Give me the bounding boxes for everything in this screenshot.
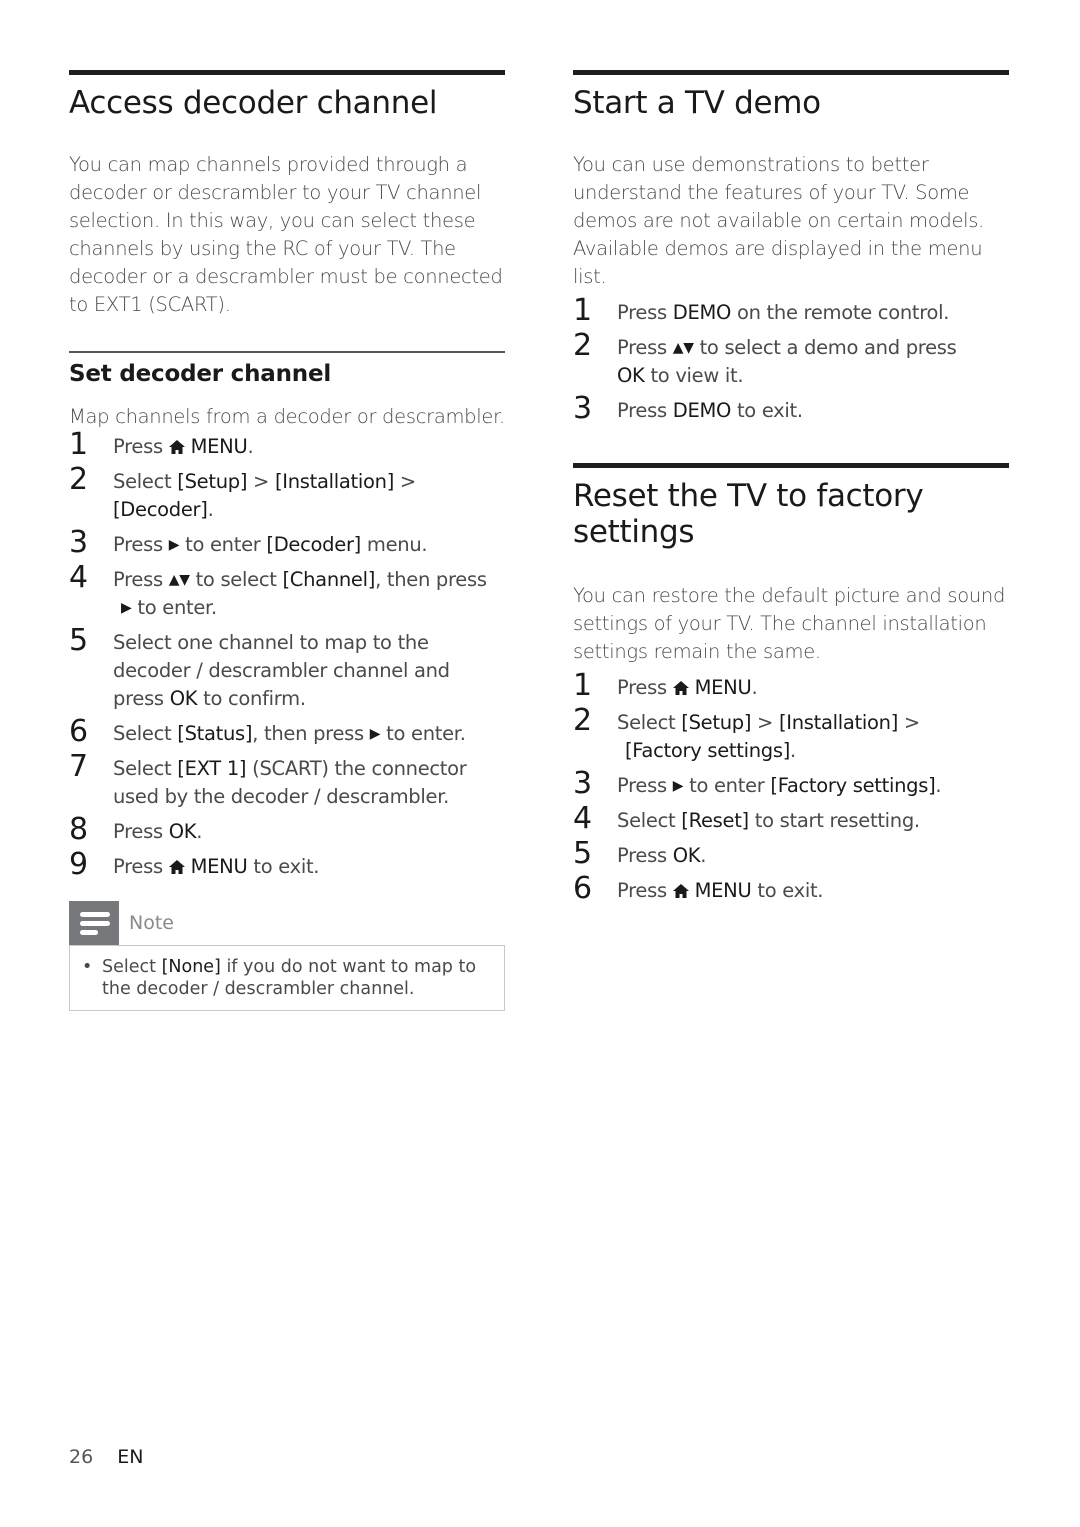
home-icon (168, 440, 185, 454)
step-item: 2 Select [Setup] > [Installation] > [Dec… (69, 462, 416, 521)
section-title-factory-reset: Reset the TV to factory settings (573, 478, 924, 550)
section-rule (69, 70, 505, 75)
step-number: 1 (69, 427, 88, 462)
step-item: 3 Press ▶ to enter [Decoder] menu. (69, 525, 428, 560)
step-number: 5 (573, 836, 592, 871)
language-code: EN (117, 1446, 144, 1468)
step-number: 9 (69, 847, 88, 882)
right-arrow-icon: ▶ (672, 778, 684, 794)
up-down-arrow-icon: ▲▼ (168, 572, 190, 588)
step-item: 1 Press MENU. (69, 427, 254, 462)
set-decoder-steps: 1 Press MENU. 2 Select [Setup] > [Instal… (69, 427, 505, 882)
page-footer: 26 EN (69, 1446, 143, 1468)
step-item: 7 Select [EXT 1] (SCART) the connector u… (69, 749, 467, 808)
section-rule (573, 463, 1009, 468)
up-down-arrow-icon: ▲▼ (672, 340, 694, 356)
section-title-tv-demo: Start a TV demo (573, 85, 821, 121)
step-item: 1 Press MENU. (573, 668, 758, 703)
step-item: 1 Press DEMO on the remote control. (573, 293, 950, 328)
note-label: Note (129, 912, 174, 934)
access-decoder-intro: You can map channels provided through a … (69, 153, 503, 316)
factory-reset-intro: You can restore the default picture and … (573, 584, 1006, 663)
step-item: 3 Press DEMO to exit. (573, 391, 803, 426)
step-number: 3 (573, 766, 592, 801)
step-item: 3 Press ▶ to enter [Factory settings]. (573, 766, 942, 801)
step-item: 8 Press OK. (69, 812, 203, 847)
step-number: 6 (69, 714, 88, 749)
right-arrow-icon: ▶ (369, 726, 381, 742)
right-arrow-icon: ▶ (168, 537, 180, 553)
note-box: Note • Select [None] if you do not want t… (69, 901, 505, 1011)
note-header: Note (69, 901, 505, 945)
left-column: Access decoder channel You can map chann… (69, 70, 505, 1011)
step-number: 8 (69, 812, 88, 847)
step-number: 6 (573, 871, 592, 906)
subsection-rule (69, 351, 505, 353)
set-decoder-intro: Map channels from a decoder or descrambl… (69, 405, 505, 428)
step-item: 5 Press OK. (573, 836, 707, 871)
page-number: 26 (69, 1446, 94, 1468)
subsection-title-set-decoder: Set decoder channel (69, 361, 332, 387)
step-item: 4 Press ▲▼ to select [Channel], then pre… (69, 560, 487, 619)
step-number: 4 (69, 560, 88, 595)
note-content: • Select [None] if you do not want to map… (69, 945, 505, 1011)
right-column: Start a TV demo You can use demonstratio… (573, 70, 1009, 912)
step-number: 2 (573, 328, 592, 363)
home-icon (168, 860, 185, 874)
tv-demo-intro: You can use demonstrations to better und… (573, 153, 985, 288)
step-number: 3 (69, 525, 88, 560)
note-lines-icon (69, 901, 119, 945)
home-icon (672, 681, 689, 695)
step-number: 7 (69, 749, 88, 784)
factory-reset-steps: 1 Press MENU. 2 Select [Setup] > [Instal… (573, 668, 1009, 906)
step-number: 2 (573, 703, 592, 738)
step-item: 6 Press MENU to exit. (573, 871, 824, 906)
step-item: 2 Select [Setup] > [Installation] > [Fac… (573, 703, 920, 762)
section-title-access-decoder: Access decoder channel (69, 85, 438, 121)
step-number: 1 (573, 668, 592, 703)
right-arrow-icon: ▶ (121, 600, 132, 616)
step-number: 2 (69, 462, 88, 497)
home-icon (672, 884, 689, 898)
step-item: 9 Press MENU to exit. (69, 847, 320, 882)
step-number: 3 (573, 391, 592, 426)
step-item: 6 Select [Status], then press ▶ to enter… (69, 714, 466, 749)
step-item: 2 Press ▲▼ to select a demo and press OK … (573, 328, 957, 387)
tv-demo-steps: 1 Press DEMO on the remote control. 2 Pr… (573, 293, 1009, 426)
section-rule (573, 70, 1009, 75)
step-item: 5 Select one channel to map to the decod… (69, 623, 450, 710)
bullet: • (82, 957, 93, 977)
step-item: 4 Select [Reset] to start resetting. (573, 801, 920, 836)
step-number: 1 (573, 293, 592, 328)
step-number: 5 (69, 623, 88, 658)
step-number: 4 (573, 801, 592, 836)
